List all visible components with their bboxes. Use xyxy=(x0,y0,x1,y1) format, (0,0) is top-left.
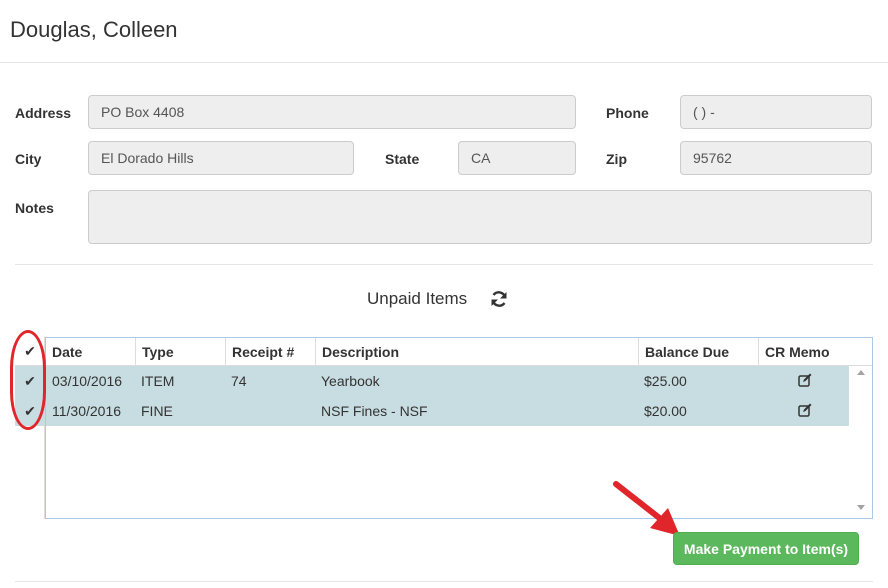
edit-memo-icon[interactable] xyxy=(798,373,812,387)
scroll-up-arrow-icon[interactable] xyxy=(857,370,865,375)
grid-scrollbar[interactable] xyxy=(849,366,872,518)
make-payment-button[interactable]: Make Payment to Item(s) xyxy=(673,532,859,565)
date-cell: 03/10/2016 xyxy=(52,373,123,389)
description-cell: Yearbook xyxy=(321,373,380,389)
col-header-cr-memo[interactable]: CR Memo xyxy=(759,338,872,366)
page-title: Douglas, Colleen xyxy=(10,17,178,42)
state-label: State xyxy=(385,151,420,167)
form-divider xyxy=(15,264,873,265)
address-label: Address xyxy=(15,105,72,121)
phone-label: Phone xyxy=(606,105,649,121)
col-header-receipt[interactable]: Receipt # xyxy=(226,338,316,366)
col-header-description[interactable]: Description xyxy=(316,338,639,366)
scroll-down-arrow-icon[interactable] xyxy=(857,505,865,510)
col-header-type[interactable]: Type xyxy=(136,338,226,366)
description-cell: NSF Fines - NSF xyxy=(321,403,428,419)
zip-field[interactable]: 95762 xyxy=(680,141,872,175)
balance-cell: $20.00 xyxy=(644,403,687,419)
header-divider xyxy=(0,62,888,63)
type-cell: FINE xyxy=(141,403,173,419)
col-header-balance-due[interactable]: Balance Due xyxy=(639,338,759,366)
balance-cell: $25.00 xyxy=(644,373,687,389)
footer-divider xyxy=(15,581,873,582)
date-cell: 11/30/2016 xyxy=(52,403,122,419)
refresh-icon[interactable] xyxy=(489,289,509,309)
unpaid-items-title: Unpaid Items xyxy=(367,289,468,308)
notes-field[interactable] xyxy=(88,190,872,244)
receipt-cell: 74 xyxy=(231,373,247,389)
type-cell: ITEM xyxy=(141,373,175,389)
edit-memo-icon[interactable] xyxy=(798,403,812,417)
col-header-date[interactable]: Date xyxy=(46,338,136,366)
address-field[interactable]: PO Box 4408 xyxy=(88,95,576,129)
state-field[interactable]: CA xyxy=(458,141,576,175)
city-label: City xyxy=(15,151,42,167)
notes-label: Notes xyxy=(15,200,54,216)
city-field[interactable]: El Dorado Hills xyxy=(88,141,354,175)
phone-field[interactable]: ( ) - xyxy=(680,95,872,129)
zip-label: Zip xyxy=(606,151,627,167)
highlight-oval xyxy=(10,330,46,430)
